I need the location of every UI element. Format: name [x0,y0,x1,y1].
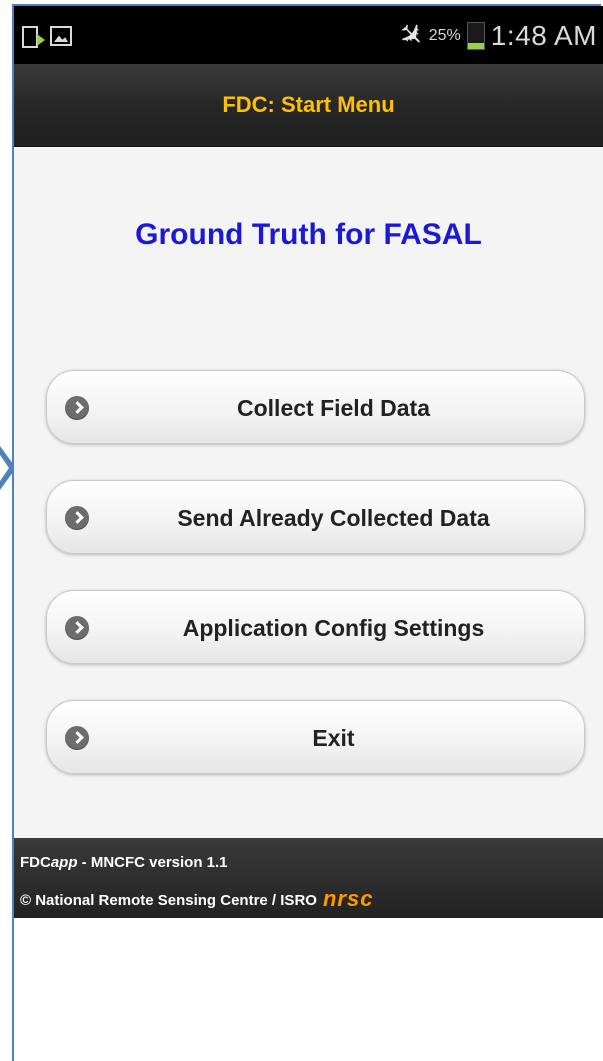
status-bar: ✈ 25% 1:48 AM [14,6,603,64]
screenshot-frame: ✈ 25% 1:48 AM FDC: Start Menu Ground Tru… [0,0,603,1061]
notification-icons [22,26,72,48]
chevron-right-circle-icon [65,396,89,420]
chevron-right-circle-icon [65,616,89,640]
button-label: Collect Field Data [237,395,430,421]
phone-update-icon [22,26,45,48]
title-bar: FDC: Start Menu [14,64,603,147]
page-title: FDC: Start Menu [222,92,395,117]
battery-icon [466,22,485,50]
copyright-text: © National Remote Sensing Centre / ISRO [20,892,317,909]
exit-button[interactable]: Exit [46,700,585,774]
status-right: ✈ 25% 1:48 AM [390,15,597,56]
phone-screen: ✈ 25% 1:48 AM FDC: Start Menu Ground Tru… [14,6,603,1061]
footer: FDCapp - MNCFC version 1.1 © National Re… [14,838,603,918]
button-label: Application Config Settings [182,615,485,641]
battery-percent: 25% [428,27,461,44]
chevron-right-circle-icon [65,506,89,530]
battery-fill [467,42,484,49]
image-icon [50,26,72,46]
clock: 1:48 AM [490,20,597,51]
collect-field-data-button[interactable]: Collect Field Data [46,370,585,444]
nrsc-logo: nrsc [322,886,374,911]
copyright-line: © National Remote Sensing Centre / ISRO n… [20,886,373,912]
pointer-arrow-inner [0,455,9,481]
airplane-icon: ✈ [389,15,432,57]
version-line: FDCapp - MNCFC version 1.1 [20,854,228,871]
app-prefix: FDC [20,854,51,871]
chevron-right-circle-icon [65,726,89,750]
send-collected-data-button[interactable]: Send Already Collected Data [46,480,585,554]
button-label: Exit [312,725,355,751]
version-text: - MNCFC version 1.1 [77,854,228,871]
app-heading: Ground Truth for FASAL [135,218,482,251]
config-settings-button[interactable]: Application Config Settings [46,590,585,664]
blank-area [14,918,603,1061]
start-menu: Collect Field Data Send Already Collecte… [46,370,585,810]
app-italic: app [50,854,78,871]
button-label: Send Already Collected Data [177,505,490,531]
